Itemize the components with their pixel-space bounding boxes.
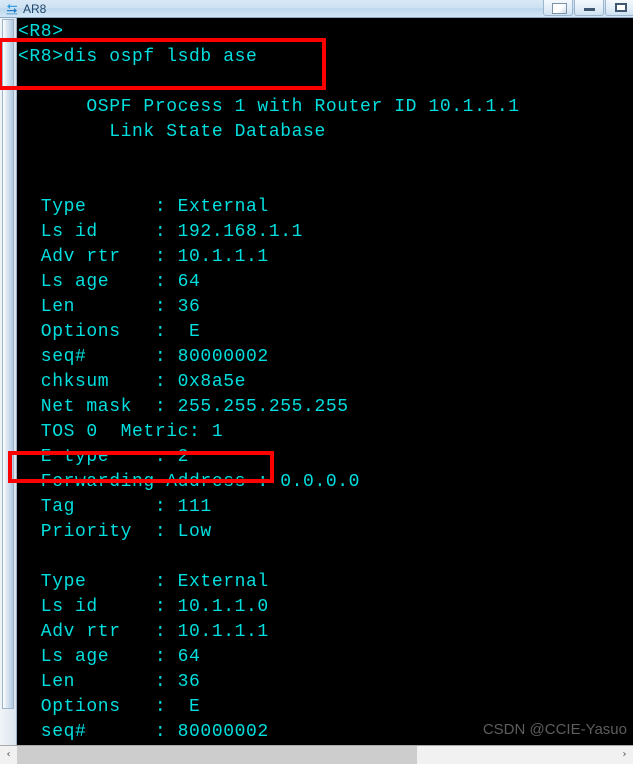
title-bar: AR8 (0, 0, 633, 18)
terminal-line: seq# : 80000002 (18, 347, 269, 367)
terminal-line: chksum : 0x8a5e (18, 372, 247, 392)
terminal-line: <R8>dis ospf lsdb ase (18, 47, 258, 67)
terminal-line: <R8> (18, 22, 64, 42)
horizontal-scrollbar[interactable]: ‹ › (0, 745, 633, 764)
terminal-line: Len : 36 (18, 297, 201, 317)
console-window: AR8 <R8> <R8>dis ospf lsdb ase OSPF Proce… (0, 0, 633, 764)
restore-icon (552, 3, 567, 14)
terminal-line: Ls age : 64 (18, 272, 201, 292)
terminal-line: Tag : 111 (18, 497, 212, 517)
terminal-line: Options : E (18, 697, 201, 717)
vertical-scrollbar-thumb[interactable] (2, 19, 14, 709)
maximize-button[interactable] (605, 0, 633, 16)
terminal-line: OSPF Process 1 with Router ID 10.1.1.1 (18, 97, 520, 117)
terminal-line: TOS 0 Metric: 1 (18, 422, 224, 442)
terminal-line: Options : E (18, 322, 201, 342)
terminal-output[interactable]: <R8> <R8>dis ospf lsdb ase OSPF Process 1… (18, 18, 633, 745)
terminal-line: Ls id : 192.168.1.1 (18, 222, 304, 242)
terminal-line: Adv rtr : 10.1.1.1 (18, 622, 269, 642)
horizontal-scrollbar-track[interactable] (17, 746, 616, 764)
window-controls (542, 0, 633, 17)
terminal-line: Forwarding Address : 0.0.0.0 (18, 472, 361, 492)
minimize-button[interactable] (574, 0, 604, 16)
terminal-line: Ls age : 64 (18, 647, 201, 667)
restore-button[interactable] (543, 0, 573, 16)
terminal-line: Len : 36 (18, 672, 201, 692)
terminal-line: Ls id : 10.1.1.0 (18, 597, 269, 617)
minimize-icon (584, 8, 595, 11)
scroll-right-arrow-icon[interactable]: › (616, 746, 633, 764)
scroll-left-arrow-icon[interactable]: ‹ (0, 746, 17, 764)
terminal-line: E type : 2 (18, 447, 190, 467)
terminal-frame: <R8> <R8>dis ospf lsdb ase OSPF Process 1… (0, 18, 633, 764)
terminal-line: Type : External (18, 197, 269, 217)
window-title: AR8 (23, 1, 47, 16)
terminal-line: Priority : Low (18, 522, 212, 542)
terminal-line: Link State Database (18, 122, 326, 142)
maximize-icon (615, 3, 627, 12)
terminal-line: Net mask : 255.255.255.255 (18, 397, 349, 417)
vertical-scrollbar[interactable] (0, 18, 17, 745)
terminal-line: Adv rtr : 10.1.1.1 (18, 247, 269, 267)
title-bar-left-group: AR8 (0, 2, 46, 16)
terminal-line: seq# : 80000002 (18, 722, 269, 742)
horizontal-scrollbar-thumb[interactable] (17, 746, 417, 764)
router-icon (5, 2, 19, 16)
terminal-line: Type : External (18, 572, 269, 592)
